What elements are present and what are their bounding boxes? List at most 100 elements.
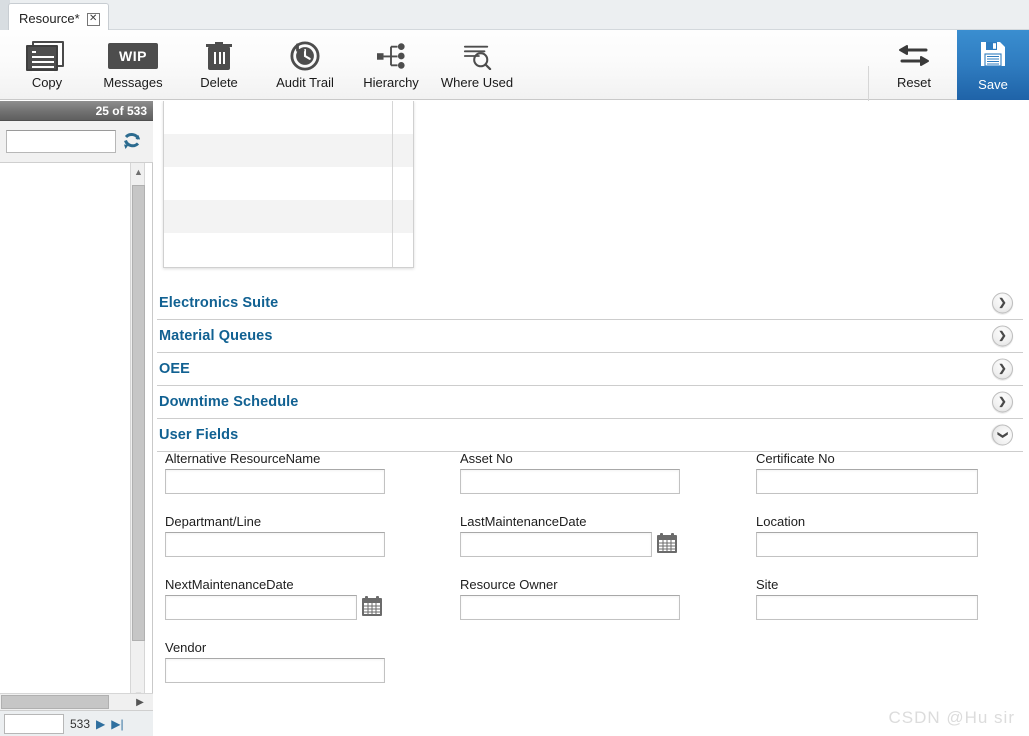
vertical-scrollbar-thumb[interactable] <box>132 185 145 641</box>
page-total-label: 533 <box>70 716 91 731</box>
list-item[interactable]: Description <box>0 244 143 271</box>
table-row[interactable] <box>164 101 413 134</box>
tab-resource[interactable]: Resource* ✕ <box>8 3 109 30</box>
audit-trail-button[interactable]: Audit Trail <box>262 30 348 100</box>
next-maintenance-date-input[interactable] <box>165 595 357 620</box>
table-row[interactable] <box>164 233 413 266</box>
certificate-no-input[interactable] <box>756 469 978 494</box>
delete-button[interactable]: Delete <box>176 30 262 100</box>
list-item[interactable]: Capacity <box>0 352 143 379</box>
scroll-up-icon[interactable]: ▲ <box>131 163 146 180</box>
search-input[interactable] <box>6 130 116 153</box>
field-last-maintenance-date: LastMaintenanceDate <box>460 514 678 557</box>
horizontal-scrollbar[interactable]: ▶ <box>0 693 153 710</box>
last-page-icon[interactable]: ▶| <box>111 717 123 731</box>
accordion-sections: Electronics Suite ❯ Material Queues ❯ OE… <box>157 287 1023 452</box>
section-material-queues[interactable]: Material Queues ❯ <box>157 320 1023 353</box>
list-item[interactable]: Max Qty <box>0 622 143 649</box>
record-list-rows: Resource NameResource TypeStatusDescript… <box>0 163 143 676</box>
next-page-icon[interactable]: ▶ <box>96 717 105 731</box>
table-row[interactable] <box>164 167 413 200</box>
asset-no-input[interactable] <box>460 469 680 494</box>
site-input[interactable] <box>756 595 978 620</box>
list-item[interactable]: Work Center <box>0 298 143 325</box>
list-item[interactable]: Tool Room <box>0 595 143 622</box>
list-item[interactable]: Erp Resource <box>0 433 143 460</box>
table-row[interactable] <box>164 200 413 233</box>
list-item[interactable]: Resource Class <box>0 487 143 514</box>
section-title: Downtime Schedule <box>159 394 299 410</box>
section-downtime-schedule[interactable]: Downtime Schedule ❯ <box>157 386 1023 419</box>
table-row[interactable] <box>164 134 413 167</box>
save-button[interactable]: Save <box>957 30 1029 100</box>
calendar-icon[interactable] <box>656 532 678 554</box>
grid-column-separator <box>392 101 393 267</box>
list-item[interactable]: Resource Type <box>0 190 143 217</box>
field-departmant-line: Departmant/Line <box>165 514 385 557</box>
field-label: Alternative ResourceName <box>165 451 321 466</box>
pagination-bar: 533 ▶ ▶| <box>0 710 153 736</box>
delete-button-label: Delete <box>200 75 238 90</box>
data-grid[interactable] <box>163 101 414 268</box>
chevron-right-icon[interactable]: ❯ <box>992 391 1013 413</box>
chevron-right-icon[interactable]: ❯ <box>992 325 1013 347</box>
toolbar-right-group: Reset <box>871 30 957 100</box>
field-label: Location <box>756 514 806 529</box>
hierarchy-button[interactable]: Hierarchy <box>348 30 434 100</box>
section-electronics-suite[interactable]: Electronics Suite ❯ <box>157 287 1023 320</box>
list-item[interactable]: Resource Group <box>0 406 143 433</box>
messages-button[interactable]: WIP Messages <box>90 30 176 100</box>
list-item[interactable]: Resource Name <box>0 163 143 190</box>
where-used-button[interactable]: Where Used <box>434 30 520 100</box>
list-item[interactable]: Consume Mode <box>0 568 143 595</box>
horizontal-scrollbar-thumb[interactable] <box>1 695 109 709</box>
list-item[interactable]: Calendar <box>0 379 143 406</box>
field-label: LastMaintenanceDate <box>460 514 587 529</box>
field-label: Site <box>756 577 779 592</box>
toolbar: Copy WIP Messages Delete Audit Trail Hie… <box>0 30 1029 106</box>
reset-button-label: Reset <box>897 75 931 90</box>
record-count-bar: 25 of 533 <box>0 101 153 121</box>
section-title: OEE <box>159 361 190 377</box>
list-search-icon <box>462 39 492 73</box>
chevron-down-icon[interactable]: ❯ <box>992 424 1013 446</box>
field-site: Site <box>756 577 978 620</box>
last-maintenance-date-input[interactable] <box>460 532 652 557</box>
hierarchy-button-label: Hierarchy <box>363 75 419 90</box>
page-input[interactable] <box>4 713 64 734</box>
vendor-input[interactable] <box>165 658 385 683</box>
refresh-icon[interactable] <box>120 130 144 154</box>
close-icon[interactable]: ✕ <box>86 12 100 26</box>
chevron-right-icon[interactable]: ❯ <box>992 292 1013 314</box>
watermark: CSDN @Hu sir <box>888 708 1015 727</box>
copy-icon <box>26 39 68 73</box>
alternative-resource-name-input[interactable] <box>165 469 385 494</box>
resource-owner-input[interactable] <box>460 595 680 620</box>
list-item[interactable]: Shift <box>0 325 143 352</box>
field-location: Location <box>756 514 978 557</box>
field-label: Certificate No <box>756 451 835 466</box>
location-input[interactable] <box>756 532 978 557</box>
search-bar <box>0 121 153 163</box>
scroll-right-icon[interactable]: ▶ <box>133 695 147 709</box>
save-button-label: Save <box>978 77 1008 92</box>
reset-button[interactable]: Reset <box>871 30 957 100</box>
calendar-icon[interactable] <box>361 595 383 617</box>
field-label: NextMaintenanceDate <box>165 577 294 592</box>
list-item[interactable]: Routing Step <box>0 460 143 487</box>
list-item[interactable]: Status <box>0 217 143 244</box>
list-item[interactable]: Process Work <box>0 649 143 676</box>
list-item[interactable]: Default Queue <box>0 541 143 568</box>
list-item[interactable]: Cost Center <box>0 514 143 541</box>
list-item[interactable]: Plant <box>0 271 143 298</box>
chevron-right-icon[interactable]: ❯ <box>992 358 1013 380</box>
copy-button[interactable]: Copy <box>4 30 90 100</box>
floppy-disk-icon <box>979 40 1007 73</box>
departmant-line-input[interactable] <box>165 532 385 557</box>
user-fields-row: Departmant/Line LastMaintenanceDate Loca… <box>157 514 1023 577</box>
vertical-scrollbar[interactable]: ▲ ▼ <box>130 163 145 703</box>
section-user-fields[interactable]: User Fields ❯ <box>157 419 1023 452</box>
messages-button-label: Messages <box>103 75 163 90</box>
clock-history-icon <box>290 39 320 73</box>
section-oee[interactable]: OEE ❯ <box>157 353 1023 386</box>
